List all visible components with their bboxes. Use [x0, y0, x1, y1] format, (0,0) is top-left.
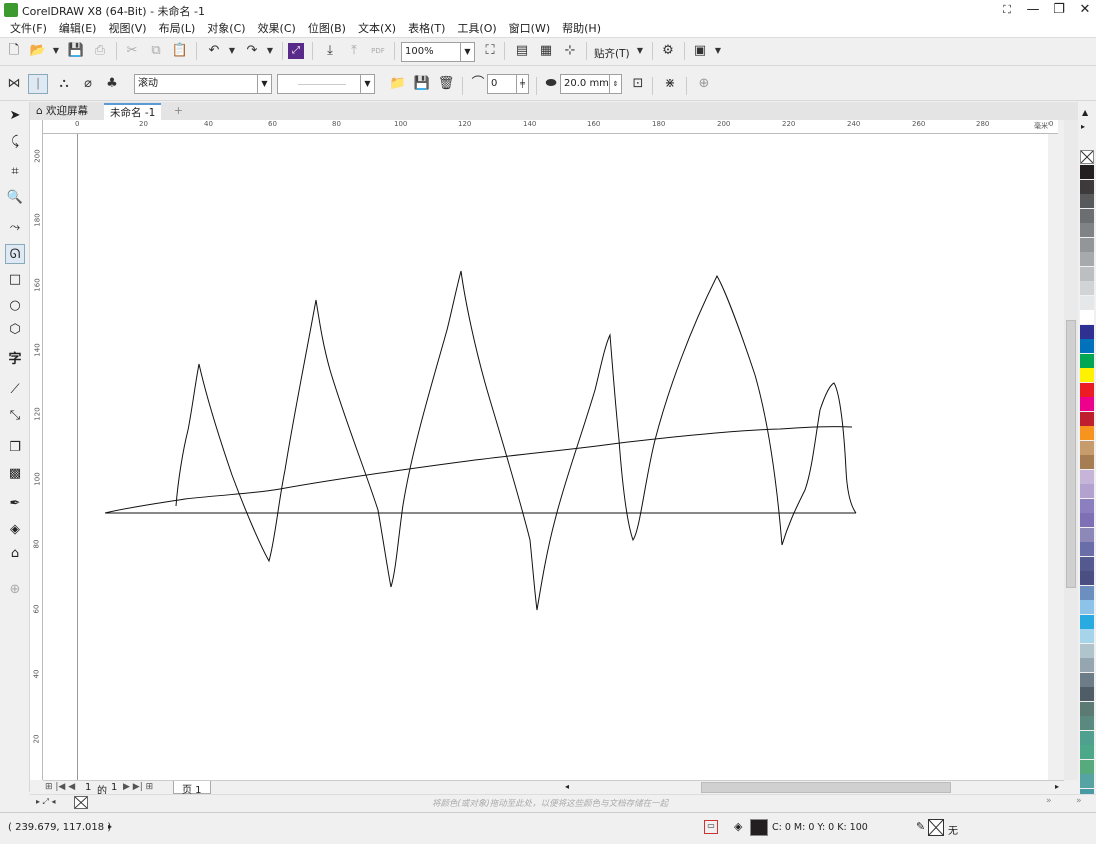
color-swatch[interactable]	[1080, 556, 1094, 571]
dock-menu-icon[interactable]: »	[1076, 796, 1082, 806]
color-swatch[interactable]	[1080, 774, 1094, 788]
color-swatch[interactable]	[1080, 208, 1094, 223]
color-swatch[interactable]	[1080, 658, 1094, 672]
color-swatch[interactable]	[1080, 513, 1094, 527]
color-swatch[interactable]	[1080, 672, 1094, 687]
color-swatch[interactable]	[1080, 745, 1094, 759]
color-swatch[interactable]	[1080, 571, 1094, 585]
horizontal-scroll-thumb[interactable]	[701, 782, 951, 793]
color-swatch[interactable]	[1080, 701, 1094, 716]
vertical-scrollbar[interactable]	[1064, 120, 1078, 780]
color-swatch[interactable]	[1080, 716, 1094, 730]
color-swatch[interactable]	[1080, 629, 1094, 643]
color-palette: ▲ ▸ ▼	[1078, 102, 1096, 803]
fill-info: C: 0 M: 0 Y: 0 K: 100	[772, 822, 868, 833]
scroll-right-icon[interactable]: ▸	[1055, 782, 1059, 791]
drawing-strokes	[104, 270, 857, 611]
status-bar: ( 239.679, 117.018 ) ▸ ▭ ◈ C: 0 M: 0 Y: …	[0, 812, 1096, 844]
color-swatch[interactable]	[1080, 310, 1094, 324]
next-page-icon[interactable]: ▶ ▶| ⊞	[123, 782, 153, 792]
no-color-swatch[interactable]	[1080, 150, 1094, 164]
scroll-left-icon[interactable]: ◂	[565, 782, 569, 791]
color-swatch[interactable]	[1080, 426, 1094, 440]
rising-curve-stroke	[104, 426, 853, 514]
color-swatch[interactable]	[1080, 194, 1094, 208]
color-swatch[interactable]	[1080, 643, 1094, 658]
color-swatch[interactable]	[1080, 179, 1094, 194]
current-page: 1	[85, 782, 92, 793]
color-swatch[interactable]	[1080, 252, 1094, 266]
cursor-position: ( 239.679, 117.018 )	[8, 822, 112, 833]
color-swatch[interactable]	[1080, 440, 1094, 455]
color-proof-icon[interactable]: ▭	[704, 820, 718, 834]
no-fill-icon[interactable]	[74, 796, 88, 809]
color-swatch[interactable]	[1080, 266, 1094, 281]
page-tab-1[interactable]: 页 1	[173, 781, 211, 796]
color-swatch[interactable]	[1080, 382, 1094, 397]
dock-hint: 将颜色(或对象)拖动至此处，以便将这些颜色与文档存储在一起	[432, 799, 669, 809]
palette-up-icon[interactable]: ▲	[1082, 108, 1088, 117]
fill-icon: ◈	[734, 820, 743, 833]
color-swatch[interactable]	[1080, 368, 1094, 382]
color-swatch[interactable]	[1080, 165, 1094, 179]
palette-menu-icon[interactable]: ▸	[1081, 122, 1085, 131]
color-swatch[interactable]	[1080, 498, 1094, 513]
color-swatch[interactable]	[1080, 730, 1094, 745]
zigzag-stroke	[175, 270, 857, 611]
color-swatch[interactable]	[1080, 600, 1094, 614]
vertical-scroll-thumb[interactable]	[1066, 320, 1076, 588]
color-swatch[interactable]	[1080, 484, 1094, 498]
outline-info: 无	[948, 826, 958, 837]
color-swatch[interactable]	[1080, 542, 1094, 556]
color-swatch[interactable]	[1080, 469, 1094, 484]
color-swatch[interactable]	[1080, 527, 1094, 542]
color-swatch[interactable]	[1080, 687, 1094, 701]
color-swatch[interactable]	[1080, 455, 1094, 469]
color-swatch[interactable]	[1080, 295, 1094, 310]
dock-expand-icon[interactable]: »	[1046, 796, 1052, 806]
color-swatch[interactable]	[1080, 411, 1094, 426]
color-swatch[interactable]	[1080, 397, 1094, 411]
page-navigator-bar: ⊞ |◀ ◀ 1 的 1 ▶ ▶| ⊞ 页 1 ◂ ▸	[43, 780, 1064, 797]
total-pages: 1	[111, 782, 118, 793]
color-swatch[interactable]	[1080, 759, 1094, 774]
color-swatch[interactable]	[1080, 223, 1094, 237]
outline-color-swatch[interactable]	[928, 819, 944, 836]
color-swatch[interactable]	[1080, 339, 1094, 353]
first-page-icon[interactable]: ⊞ |◀ ◀	[45, 782, 75, 792]
color-swatch[interactable]	[1080, 353, 1094, 368]
color-swatch[interactable]	[1080, 324, 1094, 339]
fill-color-swatch[interactable]	[750, 819, 768, 836]
dock-arrows-icon[interactable]: ▸ ⤢ ◂	[36, 797, 56, 807]
document-palette: ▸ ⤢ ◂ 将颜色(或对象)拖动至此处，以便将这些颜色与文档存储在一起 » »	[30, 794, 1096, 810]
color-swatch[interactable]	[1080, 585, 1094, 600]
color-swatch[interactable]	[1080, 237, 1094, 252]
status-expand-icon[interactable]: ▸	[108, 822, 112, 831]
color-swatch[interactable]	[1080, 614, 1094, 629]
outline-pen-icon: ✎	[916, 820, 926, 833]
color-swatch[interactable]	[1080, 281, 1094, 295]
